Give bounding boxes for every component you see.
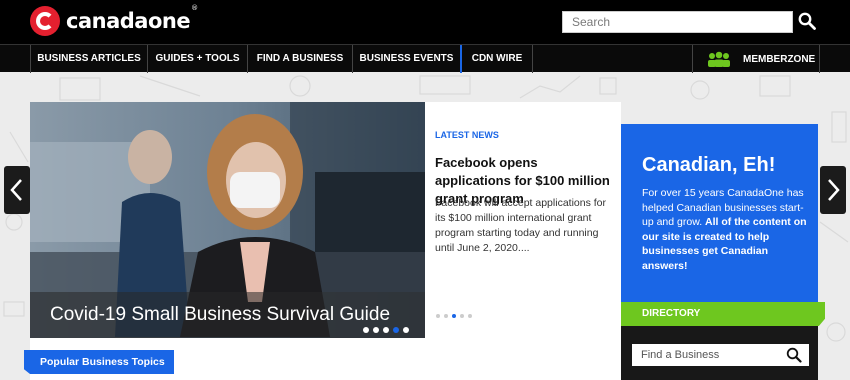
chevron-left-icon xyxy=(10,179,22,201)
promo-box: Canadian, Eh! For over 15 years CanadaOn… xyxy=(621,124,818,302)
news-dot[interactable] xyxy=(460,314,464,318)
directory-search-input[interactable]: Find a Business xyxy=(632,344,809,366)
memberzone-label: MEMBERZONE xyxy=(743,53,816,65)
hero-dot[interactable] xyxy=(363,327,369,333)
search-icon[interactable] xyxy=(798,12,818,32)
hero-pagination xyxy=(363,327,409,333)
slider-prev-button[interactable] xyxy=(4,166,30,214)
slider-next-button[interactable] xyxy=(820,166,846,214)
logo-text: canadaone® xyxy=(66,4,198,33)
popular-topics-heading: Popular Business Topics xyxy=(24,350,174,374)
site-logo[interactable]: canadaone® xyxy=(30,4,198,36)
hero-dot[interactable] xyxy=(373,327,379,333)
hero-dot[interactable] xyxy=(383,327,389,333)
hero-slide[interactable]: Covid-19 Small Business Survival Guide xyxy=(30,102,425,338)
search-icon[interactable] xyxy=(786,347,802,363)
search-input[interactable]: Search xyxy=(562,11,793,33)
news-dot[interactable] xyxy=(444,314,448,318)
news-dot-active[interactable] xyxy=(452,314,456,318)
members-icon xyxy=(708,51,730,67)
nav-guides-tools[interactable]: GUIDES + TOOLS xyxy=(147,45,247,73)
directory-heading: DIRECTORY xyxy=(621,302,825,326)
main-nav: BUSINESS ARTICLES GUIDES + TOOLS FIND A … xyxy=(0,44,850,73)
news-pagination xyxy=(436,314,472,318)
news-kicker: LATEST NEWS xyxy=(435,130,499,140)
latest-news-panel: LATEST NEWS Facebook opens applications … xyxy=(425,102,621,338)
nav-business-articles[interactable]: BUSINESS ARTICLES xyxy=(30,45,147,73)
chevron-right-icon xyxy=(828,179,840,201)
news-dot[interactable] xyxy=(436,314,440,318)
news-summary: Facebook will accept applications for it… xyxy=(435,197,607,254)
hero-caption[interactable]: Covid-19 Small Business Survival Guide xyxy=(50,304,390,326)
nav-cdn-wire[interactable]: CDN WIRE xyxy=(460,45,533,73)
top-header: canadaone® Search xyxy=(0,0,850,44)
logo-mark-icon xyxy=(30,6,60,36)
nav-find-a-business[interactable]: FIND A BUSINESS xyxy=(247,45,352,73)
promo-title: Canadian, Eh! xyxy=(642,154,776,176)
hero-dot-active[interactable] xyxy=(393,327,399,333)
memberzone-link[interactable]: MEMBERZONE xyxy=(692,45,820,73)
promo-body: For over 15 years CanadaOne has helped C… xyxy=(642,187,807,272)
directory-panel: Find a Business xyxy=(621,326,818,380)
news-dot[interactable] xyxy=(468,314,472,318)
hero-dot[interactable] xyxy=(403,327,409,333)
nav-business-events[interactable]: BUSINESS EVENTS xyxy=(352,45,460,73)
